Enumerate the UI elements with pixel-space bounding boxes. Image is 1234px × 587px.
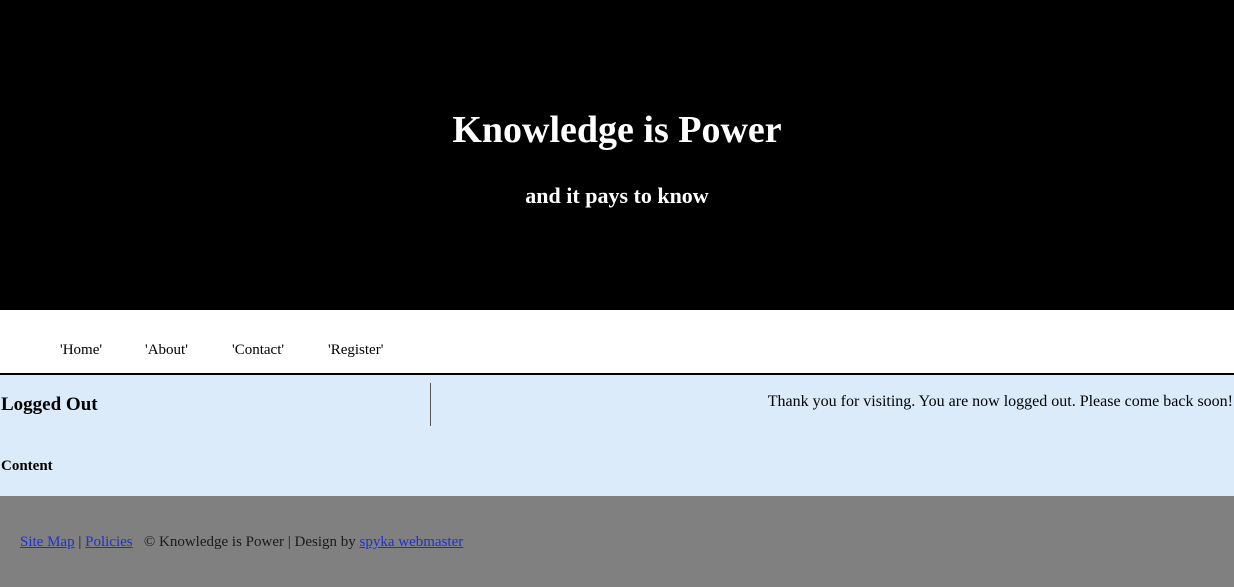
main-content: Logged Out Content Thank you for visitin…: [0, 375, 1234, 496]
column-divider: [430, 383, 431, 426]
copyright-text: © Knowledge is Power: [143, 534, 284, 550]
site-footer: Site Map | Policies © Knowledge is Power…: [0, 496, 1234, 587]
nav-item-register[interactable]: 'Register': [328, 341, 383, 359]
site-title: Knowledge is Power: [452, 109, 782, 151]
policies-link[interactable]: Policies: [85, 534, 133, 550]
design-by-text: Design by: [294, 534, 356, 550]
site-tagline: and it pays to know: [525, 183, 709, 208]
nav-item-about[interactable]: 'About': [145, 341, 188, 359]
nav-item-contact[interactable]: 'Contact': [232, 341, 284, 359]
footer-separator: |: [78, 534, 82, 550]
content-heading: Content: [1, 458, 53, 474]
footer-line: Site Map | Policies © Knowledge is Power…: [20, 533, 463, 551]
page-title: Logged Out: [1, 394, 98, 415]
site-header: Knowledge is Power and it pays to know: [0, 0, 1234, 310]
logout-message: Thank you for visiting. You are now logg…: [767, 393, 1233, 410]
site-map-link[interactable]: Site Map: [20, 534, 75, 550]
main-nav: 'Home' 'About' 'Contact' 'Register': [0, 310, 1234, 375]
designer-link[interactable]: spyka webmaster: [360, 534, 464, 550]
nav-item-home[interactable]: 'Home': [60, 341, 102, 359]
footer-separator-2: |: [287, 534, 291, 550]
left-column: Logged Out Content: [0, 375, 430, 496]
